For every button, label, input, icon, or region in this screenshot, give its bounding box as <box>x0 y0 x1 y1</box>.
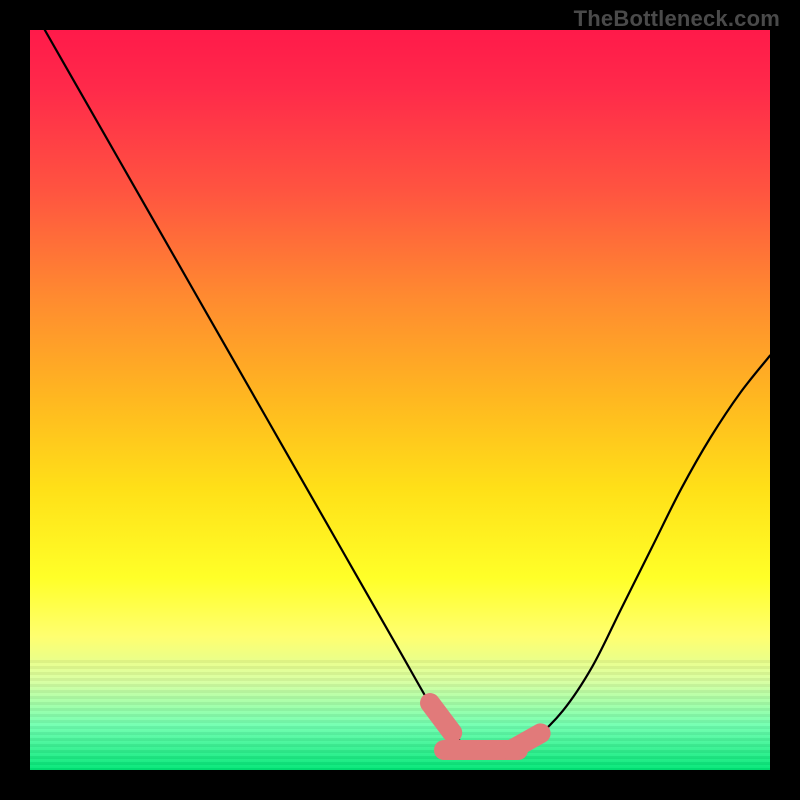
watermark-text: TheBottleneck.com <box>574 6 780 32</box>
bottleneck-curve <box>30 30 770 770</box>
chart-area <box>30 30 770 770</box>
